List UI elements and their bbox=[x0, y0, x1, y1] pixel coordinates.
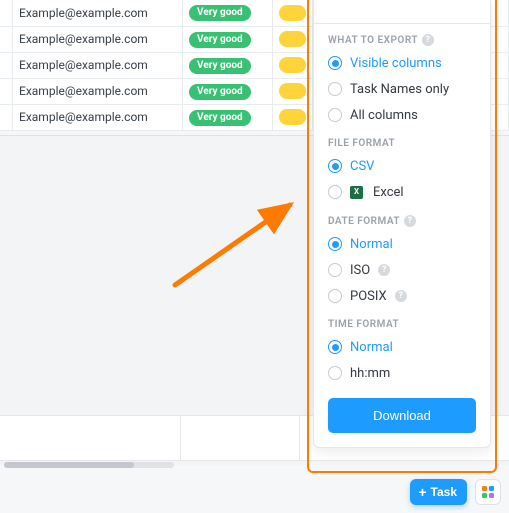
new-task-button[interactable]: + Task bbox=[410, 479, 467, 505]
rating-pill: Very good bbox=[189, 58, 251, 74]
apps-icon bbox=[482, 486, 494, 498]
radio-label: Visible columns bbox=[350, 57, 442, 70]
radio-icon bbox=[328, 108, 342, 122]
excel-icon: X bbox=[350, 186, 363, 199]
radio-icon bbox=[328, 237, 342, 251]
status-bar bbox=[279, 57, 306, 73]
radio-date-posix[interactable]: POSIX ? bbox=[328, 283, 476, 309]
email-cell: Example@example.com bbox=[19, 110, 148, 124]
radio-time-normal[interactable]: Normal bbox=[328, 334, 476, 360]
radio-date-normal[interactable]: Normal bbox=[328, 231, 476, 257]
status-bar bbox=[279, 5, 306, 21]
radio-label: Normal bbox=[350, 341, 393, 354]
new-task-label: Task bbox=[431, 485, 457, 499]
radio-icon bbox=[328, 289, 342, 303]
radio-icon bbox=[328, 159, 342, 173]
section-date-format: DATE FORMAT ? bbox=[328, 215, 476, 227]
radio-label: Normal bbox=[350, 238, 393, 251]
status-bar bbox=[279, 31, 306, 47]
radio-label: POSIX bbox=[350, 290, 387, 303]
radio-csv[interactable]: CSV bbox=[328, 153, 476, 179]
radio-task-names-only[interactable]: Task Names only bbox=[328, 76, 476, 102]
email-cell: Example@example.com bbox=[19, 84, 148, 98]
radio-icon bbox=[328, 82, 342, 96]
email-cell: Example@example.com bbox=[19, 58, 148, 72]
radio-label: All columns bbox=[350, 109, 418, 122]
radio-time-hhmm[interactable]: hh:mm bbox=[328, 360, 476, 386]
radio-visible-columns[interactable]: Visible columns bbox=[328, 50, 476, 76]
help-icon[interactable]: ? bbox=[378, 264, 390, 276]
email-cell: Example@example.com bbox=[19, 6, 148, 20]
radio-icon bbox=[328, 56, 342, 70]
radio-icon bbox=[328, 366, 342, 380]
radio-label: Task Names only bbox=[350, 83, 449, 96]
horizontal-scrollbar[interactable] bbox=[4, 462, 174, 468]
export-panel: WHAT TO EXPORT ? Visible columns Task Na… bbox=[313, 0, 491, 448]
apps-button[interactable] bbox=[475, 479, 501, 505]
radio-icon bbox=[328, 340, 342, 354]
help-icon[interactable]: ? bbox=[395, 290, 407, 302]
section-file-format: FILE FORMAT bbox=[328, 138, 476, 149]
radio-label: Excel bbox=[373, 186, 404, 199]
help-icon[interactable]: ? bbox=[404, 215, 416, 227]
radio-icon bbox=[328, 185, 342, 199]
status-bar bbox=[279, 83, 306, 99]
rating-pill: Very good bbox=[189, 5, 251, 21]
radio-all-columns[interactable]: All columns bbox=[328, 102, 476, 128]
radio-label: hh:mm bbox=[350, 367, 390, 380]
rating-pill: Very good bbox=[189, 32, 251, 48]
status-bar bbox=[279, 109, 306, 125]
plus-icon: + bbox=[418, 485, 426, 499]
radio-label: ISO bbox=[350, 264, 370, 277]
section-what-to-export: WHAT TO EXPORT ? bbox=[328, 34, 476, 46]
scrollbar-thumb[interactable] bbox=[4, 462, 134, 468]
rating-pill: Very good bbox=[189, 110, 251, 126]
radio-excel[interactable]: X Excel bbox=[328, 179, 476, 205]
radio-date-iso[interactable]: ISO ? bbox=[328, 257, 476, 283]
panel-topbar bbox=[314, 6, 490, 24]
rating-pill: Very good bbox=[189, 84, 251, 100]
email-cell: Example@example.com bbox=[19, 32, 148, 46]
section-time-format: TIME FORMAT bbox=[328, 319, 476, 330]
help-icon[interactable]: ? bbox=[422, 34, 434, 46]
radio-icon bbox=[328, 263, 342, 277]
radio-label: CSV bbox=[350, 160, 374, 173]
download-button[interactable]: Download bbox=[328, 398, 476, 433]
